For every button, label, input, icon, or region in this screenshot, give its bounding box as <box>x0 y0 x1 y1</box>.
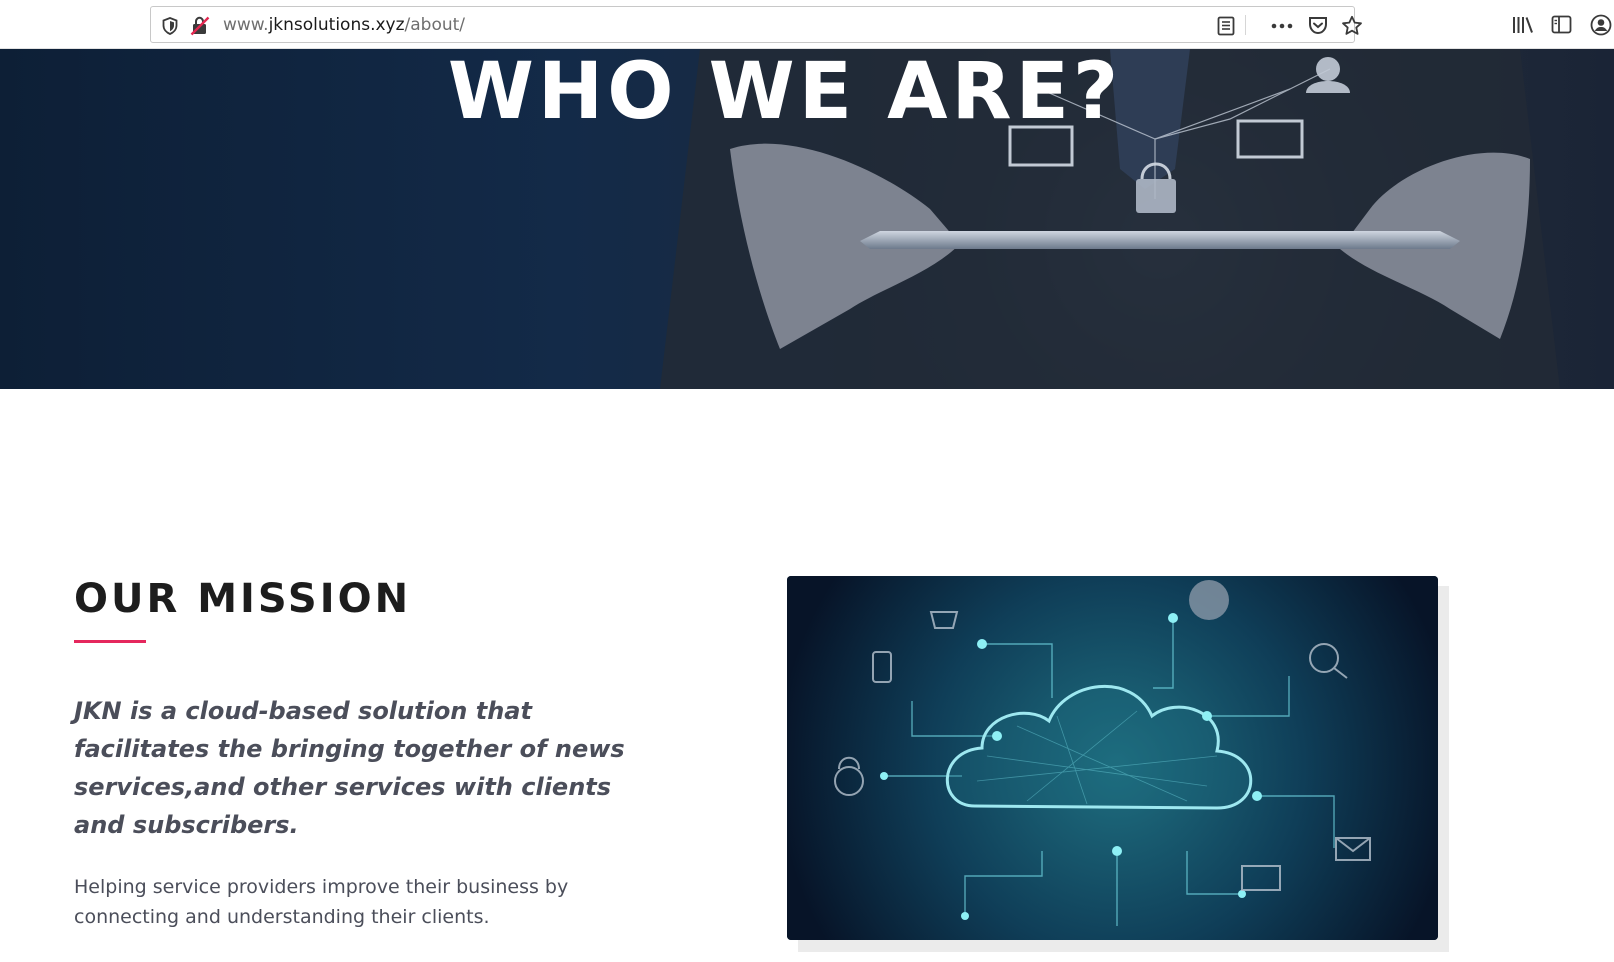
bookmark-star-icon[interactable] <box>1337 7 1367 44</box>
reader-view-icon[interactable] <box>1213 7 1239 44</box>
url-host: jknsolutions.xyz <box>268 15 405 35</box>
more-actions-icon[interactable] <box>1267 7 1297 44</box>
mission-title: OUR MISSION <box>74 576 412 622</box>
mission-body-text: Helping service providers improve their … <box>74 876 569 928</box>
account-icon[interactable] <box>1588 6 1614 43</box>
cloud-network-illustration <box>787 576 1438 940</box>
mission-title-underline <box>74 640 146 643</box>
url-prefix: www. <box>223 15 269 35</box>
mission-lead-text: JKN is a cloud-based solution that facil… <box>74 697 625 839</box>
url-text[interactable]: www.jknsolutions.xyz/about/ <box>223 7 465 44</box>
pocket-icon[interactable] <box>1303 7 1333 44</box>
url-bar-separator <box>1245 15 1246 35</box>
library-icon[interactable] <box>1508 6 1538 43</box>
sidebar-icon[interactable] <box>1546 6 1576 43</box>
address-bar[interactable]: www.jknsolutions.xyz/about/ <box>150 6 1362 44</box>
hero-title: WHO WE ARE? <box>447 49 1123 137</box>
insecure-lock-icon[interactable] <box>189 7 211 44</box>
url-path: /about/ <box>404 15 466 35</box>
browser-toolbar: www.jknsolutions.xyz/about/ <box>0 0 1614 49</box>
hero-banner: WHO WE ARE? <box>0 49 1614 389</box>
shield-icon[interactable] <box>159 7 181 44</box>
cloud-network-image <box>787 576 1438 940</box>
